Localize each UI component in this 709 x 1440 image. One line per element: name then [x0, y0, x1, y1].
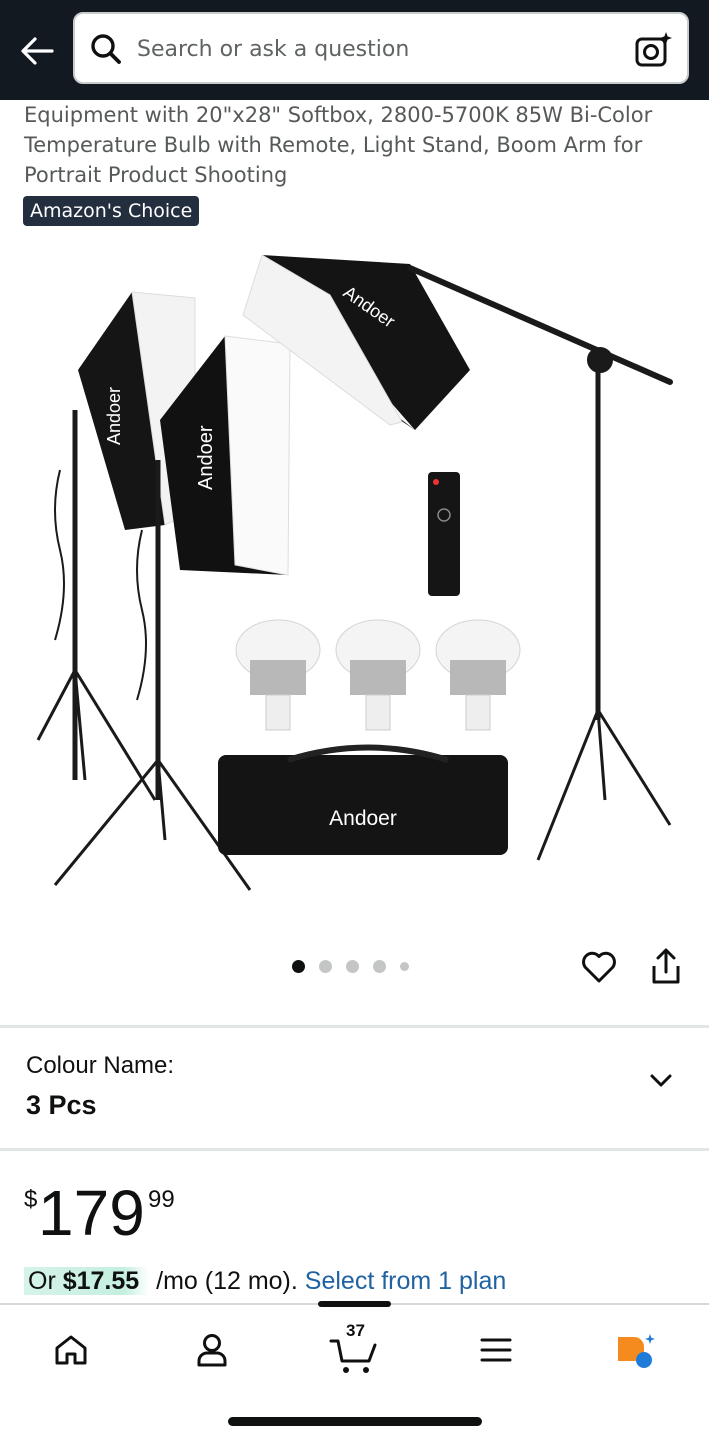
bulbs	[235, 619, 521, 731]
back-arrow-icon	[21, 37, 54, 65]
carousel-dot[interactable]	[373, 960, 386, 973]
price-currency-symbol: $	[24, 1186, 38, 1213]
select-plan-link[interactable]: Select from 1 plan	[305, 1267, 507, 1295]
installment-highlight: Or $17.55	[24, 1267, 150, 1295]
carousel-dot[interactable]	[292, 960, 305, 973]
search-bar[interactable]	[73, 12, 689, 84]
colour-label: Colour Name:	[26, 1052, 175, 1079]
home-icon	[55, 1335, 87, 1365]
search-input[interactable]	[137, 28, 617, 70]
colour-value: 3 Pcs	[26, 1090, 97, 1120]
remote-control	[428, 472, 460, 596]
active-tab-indicator	[318, 1301, 391, 1307]
installment-terms: /mo (12 mo).	[149, 1267, 305, 1295]
carousel-dot[interactable]	[319, 960, 332, 973]
product-image[interactable]: Andoer Andoer Andoer Andoer	[30, 240, 680, 900]
section-divider	[0, 1025, 709, 1028]
carry-bag: Andoer	[218, 744, 508, 855]
installment-amount: $17.55	[62, 1267, 140, 1295]
nav-menu[interactable]	[466, 1325, 526, 1375]
brand-logo-text: Andoer	[329, 807, 397, 830]
cart-icon	[329, 1339, 377, 1373]
camera-lens-icon[interactable]	[633, 30, 673, 70]
search-icon	[91, 34, 121, 64]
share-icon[interactable]	[646, 946, 686, 988]
cart-count-badge: 37	[346, 1321, 365, 1340]
carousel-dot[interactable]	[400, 962, 409, 971]
carousel-dot[interactable]	[346, 960, 359, 973]
account-icon	[197, 1334, 227, 1367]
image-carousel-dots	[292, 960, 409, 973]
top-header	[0, 0, 709, 100]
installment-prefix: Or	[28, 1267, 63, 1295]
installment-offer: Or $17.55 /mo (12 mo). Select from 1 pla…	[24, 1264, 506, 1298]
brand-logo-text: Andoer	[104, 387, 124, 445]
nav-rufus[interactable]	[606, 1325, 666, 1375]
chevron-down-icon	[650, 1074, 672, 1087]
nav-account[interactable]	[182, 1325, 242, 1375]
amazons-choice-badge[interactable]: Amazon's Choice	[23, 196, 200, 226]
rufus-icon	[618, 1334, 655, 1368]
wishlist-heart-icon[interactable]	[580, 948, 618, 986]
menu-icon	[480, 1338, 512, 1362]
product-title: Equipment with 20"x28" Softbox, 2800-570…	[24, 103, 653, 187]
nav-home[interactable]	[41, 1325, 101, 1375]
back-button[interactable]	[14, 28, 60, 74]
price-fraction: 99	[148, 1186, 175, 1213]
section-divider	[0, 1148, 709, 1151]
price-whole: 179	[38, 1177, 145, 1249]
colour-selector[interactable]: Colour Name: 3 Pcs	[0, 1030, 709, 1148]
home-indicator[interactable]	[228, 1417, 482, 1426]
brand-logo-text: Andoer	[195, 425, 217, 490]
